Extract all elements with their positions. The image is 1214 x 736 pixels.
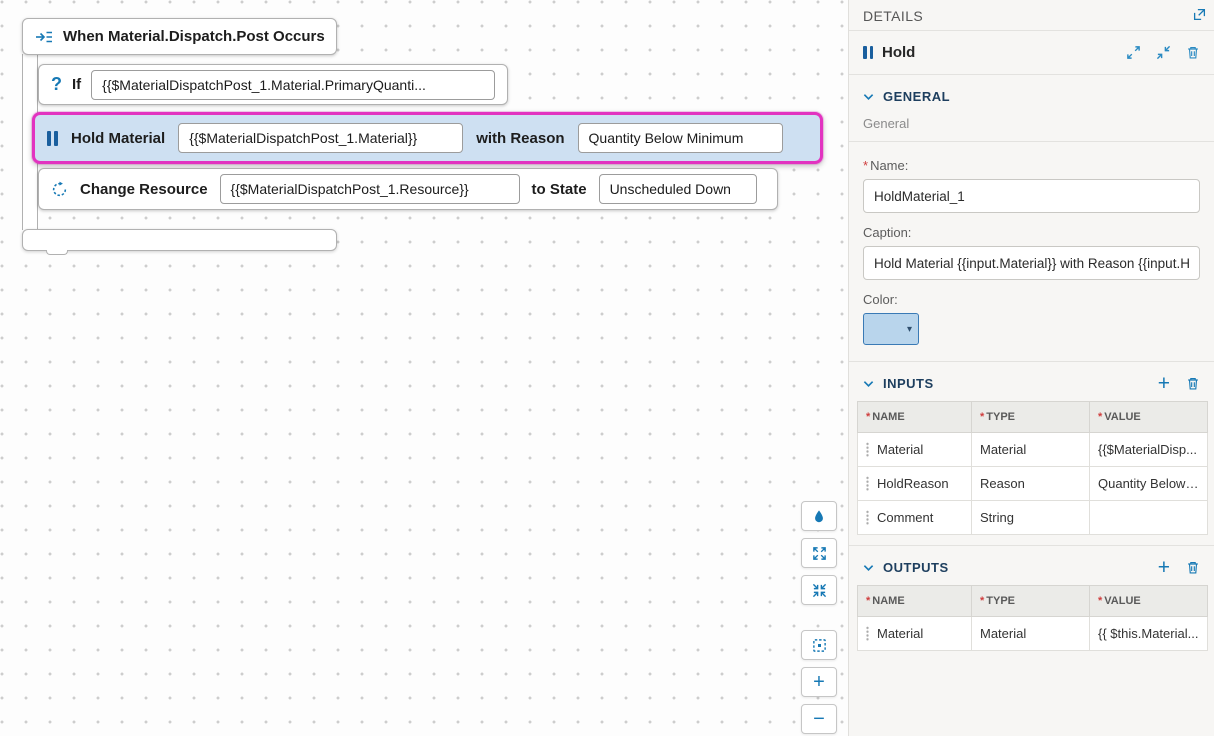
- change-resource-label: Change Resource: [80, 181, 208, 198]
- if-condition-field[interactable]: {{$MaterialDispatchPost_1.Material.Prima…: [91, 70, 495, 100]
- inputs-table: *NAME *TYPE *VALUE Material Material {{$…: [857, 401, 1208, 535]
- outputs-section-header: OUTPUTS +: [849, 546, 1214, 585]
- trigger-event-icon: [35, 30, 53, 44]
- column-header-type: *TYPE: [972, 402, 1090, 433]
- column-header-type: *TYPE: [972, 586, 1090, 617]
- zoom-out-button[interactable]: −: [801, 704, 837, 734]
- if-block[interactable]: ? If {{$MaterialDispatchPost_1.Material.…: [38, 64, 508, 105]
- name-input[interactable]: [863, 179, 1200, 213]
- zoom-in-button[interactable]: +: [801, 667, 837, 697]
- state-change-icon: [51, 181, 68, 198]
- chevron-down-icon[interactable]: [863, 564, 874, 572]
- general-group-label: General: [849, 114, 1214, 142]
- details-panel-header: DETAILS: [849, 0, 1214, 31]
- question-mark-icon: ?: [51, 74, 62, 95]
- workflow-canvas[interactable]: When Material.Dispatch.Post Occurs ? If …: [0, 0, 848, 736]
- chevron-down-icon[interactable]: [863, 93, 874, 101]
- delete-input-button[interactable]: [1186, 376, 1200, 391]
- drag-handle-icon[interactable]: [866, 476, 869, 491]
- outputs-section-label: OUTPUTS: [883, 560, 949, 575]
- state-value-field[interactable]: Unscheduled Down: [599, 174, 757, 204]
- details-panel: DETAILS Hold: [848, 0, 1214, 736]
- caret-down-icon: ▾: [907, 324, 912, 335]
- table-row[interactable]: HoldReason Reason Quantity Below ...: [858, 467, 1208, 501]
- selected-block-title: Hold: [882, 44, 915, 61]
- table-row[interactable]: Material Material {{$MaterialDisp...: [858, 433, 1208, 467]
- general-form: *Name: Caption: Color: ▾: [849, 142, 1214, 345]
- outputs-table-header-row: *NAME *TYPE *VALUE: [858, 586, 1208, 617]
- add-input-button[interactable]: +: [1158, 377, 1170, 391]
- hold-reason-value-field[interactable]: Quantity Below Minimum: [578, 123, 783, 153]
- pause-icon: [863, 46, 873, 59]
- inputs-actions: +: [1158, 376, 1200, 391]
- table-row[interactable]: Comment String: [858, 501, 1208, 535]
- to-state-label: to State: [532, 181, 587, 198]
- collapse-canvas-button[interactable]: [801, 575, 837, 605]
- trigger-block-label: When Material.Dispatch.Post Occurs: [63, 28, 325, 45]
- drag-handle-icon[interactable]: [866, 510, 869, 525]
- required-asterisk: *: [863, 158, 868, 173]
- drag-handle-icon[interactable]: [866, 626, 869, 641]
- inputs-section-label: INPUTS: [883, 376, 934, 391]
- expand-block-button[interactable]: [1126, 45, 1141, 60]
- selected-block-header: Hold: [849, 31, 1214, 75]
- inputs-table-header-row: *NAME *TYPE *VALUE: [858, 402, 1208, 433]
- outputs-actions: +: [1158, 560, 1200, 575]
- if-keyword-label: If: [72, 76, 81, 93]
- caption-label: Caption:: [863, 225, 1200, 240]
- column-header-name: *NAME: [858, 586, 972, 617]
- paint-droplet-button[interactable]: [801, 501, 837, 531]
- pause-icon: [47, 131, 58, 146]
- delete-output-button[interactable]: [1186, 560, 1200, 575]
- with-reason-label: with Reason: [476, 130, 564, 147]
- plus-icon: +: [813, 671, 825, 694]
- outputs-table: *NAME *TYPE *VALUE Material Material {{ …: [857, 585, 1208, 651]
- minus-icon: −: [813, 708, 825, 731]
- hold-material-block-selected[interactable]: Hold Material {{$MaterialDispatchPost_1.…: [32, 112, 823, 164]
- general-section-label: GENERAL: [883, 89, 950, 104]
- trigger-container-footer-tab: [46, 250, 68, 255]
- fit-view-icon: [812, 638, 827, 653]
- resource-value-field[interactable]: {{$MaterialDispatchPost_1.Resource}}: [220, 174, 520, 204]
- change-resource-block[interactable]: Change Resource {{$MaterialDispatchPost_…: [38, 168, 778, 210]
- workflow-editor: When Material.Dispatch.Post Occurs ? If …: [0, 0, 1214, 736]
- column-header-value: *VALUE: [1090, 586, 1208, 617]
- expand-canvas-button[interactable]: [801, 538, 837, 568]
- caption-input[interactable]: [863, 246, 1200, 280]
- details-panel-title: DETAILS: [863, 8, 923, 24]
- popout-panel-button[interactable]: [1193, 8, 1206, 21]
- hold-material-value-field[interactable]: {{$MaterialDispatchPost_1.Material}}: [178, 123, 463, 153]
- collapse-block-button[interactable]: [1156, 45, 1171, 60]
- droplet-icon: [812, 509, 826, 524]
- color-picker-dropdown[interactable]: ▾: [863, 313, 919, 345]
- collapse-icon: [812, 583, 827, 598]
- hold-material-label: Hold Material: [71, 130, 165, 147]
- column-header-value: *VALUE: [1090, 402, 1208, 433]
- block-actions: [1126, 45, 1200, 60]
- chevron-down-icon[interactable]: [863, 380, 874, 388]
- color-label: Color:: [863, 292, 1200, 307]
- delete-block-button[interactable]: [1186, 45, 1200, 60]
- inputs-section-header: INPUTS +: [849, 362, 1214, 401]
- trigger-container-footer: [22, 229, 337, 251]
- drag-handle-icon[interactable]: [866, 442, 869, 457]
- table-row[interactable]: Material Material {{ $this.Material...: [858, 617, 1208, 651]
- name-label: *Name:: [863, 158, 1200, 173]
- expand-icon: [812, 546, 827, 561]
- fit-view-button[interactable]: [801, 630, 837, 660]
- add-output-button[interactable]: +: [1158, 561, 1170, 575]
- trigger-block[interactable]: When Material.Dispatch.Post Occurs: [22, 18, 337, 55]
- column-header-name: *NAME: [858, 402, 972, 433]
- general-section-header: GENERAL: [849, 75, 1214, 114]
